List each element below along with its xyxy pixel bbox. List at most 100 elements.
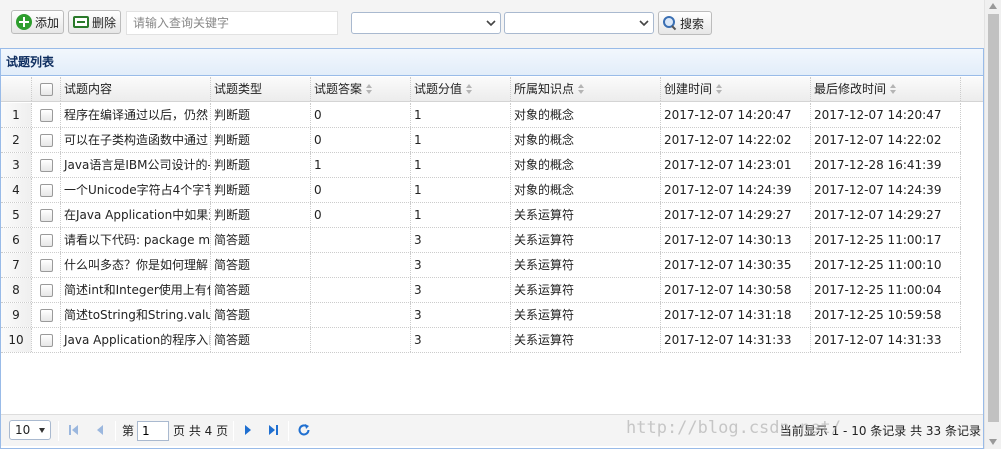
row-checkbox[interactable] <box>39 108 53 122</box>
page-number-input[interactable] <box>137 421 169 441</box>
table-row[interactable]: 7 什么叫多态？你是如何理解 简答题 3 关系运算符 2017-12-07 14… <box>1 253 961 278</box>
prev-page-icon[interactable] <box>93 423 107 437</box>
cell-content: 请看以下代码: package myt <box>61 228 211 252</box>
cell-type: 判断题 <box>211 153 311 177</box>
refresh-icon[interactable] <box>297 423 311 437</box>
select-all-cell <box>32 77 61 101</box>
row-checkbox-cell <box>32 253 61 277</box>
pagination-bar: 10 第 页 共 4 页 当前显示 1 - 10 条记录 共 33 条记录 <box>1 414 983 446</box>
col-header-label: 试题类型 <box>214 82 263 96</box>
cell-created: 2017-12-07 14:29:27 <box>661 203 811 227</box>
search-button[interactable]: 搜索 <box>658 11 712 35</box>
sort-icon <box>366 83 373 95</box>
col-header-type[interactable]: 试题类型 <box>211 77 311 101</box>
cell-type: 简答题 <box>211 228 311 252</box>
row-number: 10 <box>1 328 32 352</box>
row-checkbox[interactable] <box>39 283 53 297</box>
knowledge-select[interactable] <box>504 12 654 34</box>
scroll-down-icon[interactable] <box>989 439 997 445</box>
cell-created: 2017-12-07 14:31:33 <box>661 328 811 352</box>
next-page-icon[interactable] <box>241 423 255 437</box>
row-checkbox-cell <box>32 278 61 302</box>
cell-answer <box>311 278 411 302</box>
col-header-label: 试题答案 <box>314 82 363 96</box>
cell-type: 简答题 <box>211 303 311 327</box>
cell-knowledge: 对象的概念 <box>511 178 661 202</box>
cell-modified: 2017-12-25 10:59:58 <box>811 303 961 327</box>
cell-score: 3 <box>411 278 511 302</box>
cell-score: 3 <box>411 303 511 327</box>
table-row[interactable]: 10 Java Application的程序入口 简答题 3 关系运算符 201… <box>1 328 961 353</box>
caret-down-icon <box>39 428 45 433</box>
scroll-up-icon[interactable] <box>989 3 997 9</box>
row-checkbox-cell <box>32 303 61 327</box>
row-number: 1 <box>1 103 32 127</box>
cell-modified: 2017-12-07 14:24:39 <box>811 178 961 202</box>
cell-created: 2017-12-07 14:31:18 <box>661 303 811 327</box>
cell-answer: 1 <box>311 153 411 177</box>
last-page-icon[interactable] <box>266 423 280 437</box>
cell-content: 程序在编译通过以后，仍然 <box>61 103 211 127</box>
col-header-score[interactable]: 试题分值 <box>411 77 511 101</box>
row-checkbox[interactable] <box>39 308 53 322</box>
panel-title: 试题列表 <box>1 49 983 76</box>
sort-icon <box>890 83 897 95</box>
row-checkbox[interactable] <box>39 233 53 247</box>
search-icon <box>663 16 677 30</box>
col-header-label: 最后修改时间 <box>814 82 887 96</box>
row-checkbox[interactable] <box>39 258 53 272</box>
table-row[interactable]: 9 简述toString和String.value( 简答题 3 关系运算符 2… <box>1 303 961 328</box>
delete-button[interactable]: 删除 <box>68 10 121 34</box>
col-header-modified[interactable]: 最后修改时间 <box>811 77 961 101</box>
table-row[interactable]: 6 请看以下代码: package myt 简答题 3 关系运算符 2017-1… <box>1 228 961 253</box>
table-row[interactable]: 8 简述int和Integer使用上有什 简答题 3 关系运算符 2017-12… <box>1 278 961 303</box>
col-header-created[interactable]: 创建时间 <box>661 77 811 101</box>
cell-created: 2017-12-07 14:22:02 <box>661 128 811 152</box>
table-row[interactable]: 4 一个Unicode字符占4个字节 判断题 0 1 对象的概念 2017-12… <box>1 178 961 203</box>
cell-score: 1 <box>411 178 511 202</box>
cell-type: 判断题 <box>211 178 311 202</box>
row-checkbox[interactable] <box>39 133 53 147</box>
page-size-select[interactable]: 10 <box>9 420 51 440</box>
row-checkbox[interactable] <box>39 183 53 197</box>
col-header-content[interactable]: 试题内容 <box>61 77 211 101</box>
add-button[interactable]: 添加 <box>11 10 64 34</box>
row-checkbox[interactable] <box>39 333 53 347</box>
table-row[interactable]: 1 程序在编译通过以后，仍然 判断题 0 1 对象的概念 2017-12-07 … <box>1 103 961 128</box>
record-info: 当前显示 1 - 10 条记录 共 33 条记录 <box>779 424 981 438</box>
sort-icon <box>466 83 473 95</box>
select-all-checkbox[interactable] <box>39 82 53 96</box>
row-checkbox-cell <box>32 228 61 252</box>
divider <box>58 421 59 441</box>
cell-modified: 2017-12-07 14:31:33 <box>811 328 961 352</box>
first-page-icon[interactable] <box>67 423 81 437</box>
table-row[interactable]: 3 Java语言是IBM公司设计的- 判断题 1 1 对象的概念 2017-12… <box>1 153 961 178</box>
cell-modified: 2017-12-25 11:00:04 <box>811 278 961 302</box>
cell-modified: 2017-12-28 16:41:39 <box>811 153 961 177</box>
col-header-knowledge[interactable]: 所属知识点 <box>511 77 661 101</box>
cell-score: 3 <box>411 253 511 277</box>
sort-icon <box>716 83 723 95</box>
search-input[interactable] <box>126 11 338 35</box>
page-size-value: 10 <box>15 423 31 437</box>
cell-modified: 2017-12-25 11:00:10 <box>811 253 961 277</box>
cell-type: 判断题 <box>211 128 311 152</box>
row-checkbox[interactable] <box>39 208 53 222</box>
cell-modified: 2017-12-07 14:20:47 <box>811 103 961 127</box>
add-icon <box>16 14 32 30</box>
cell-knowledge: 关系运算符 <box>511 203 661 227</box>
cell-content: 简述toString和String.value( <box>61 303 211 327</box>
cell-score: 1 <box>411 103 511 127</box>
col-header-answer[interactable]: 试题答案 <box>311 77 411 101</box>
table-row[interactable]: 2 可以在子类构造函数中通过 判断题 0 1 对象的概念 2017-12-07 … <box>1 128 961 153</box>
vertical-scrollbar[interactable] <box>984 0 1001 449</box>
scrollbar-thumb[interactable] <box>988 14 999 422</box>
cell-modified: 2017-12-07 14:22:02 <box>811 128 961 152</box>
row-number: 9 <box>1 303 32 327</box>
divider <box>233 421 234 441</box>
table-row[interactable]: 5 在Java Application中如果没 判断题 0 1 关系运算符 20… <box>1 203 961 228</box>
cell-created: 2017-12-07 14:20:47 <box>661 103 811 127</box>
cell-answer <box>311 253 411 277</box>
row-checkbox[interactable] <box>39 158 53 172</box>
category-select[interactable] <box>351 12 501 34</box>
